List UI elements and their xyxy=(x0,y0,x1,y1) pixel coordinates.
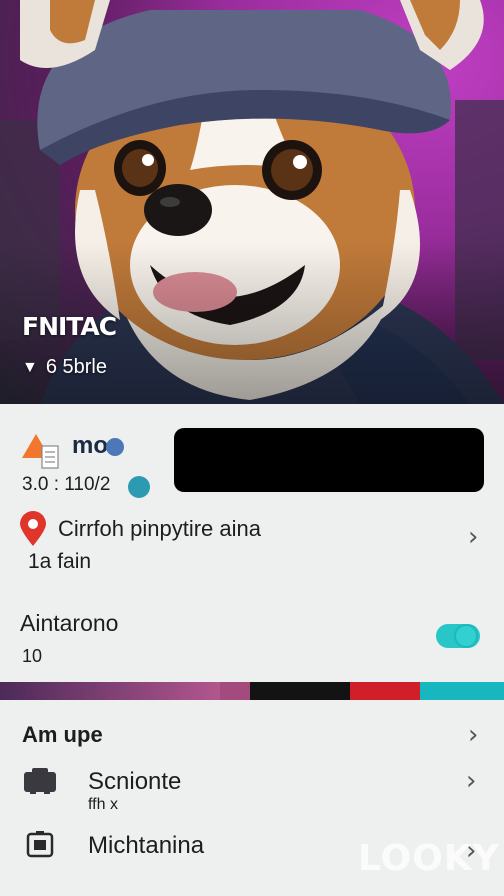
hero-image[interactable]: FNITAC ▼ 6 5brle xyxy=(0,0,504,404)
hero-title: FNITAC xyxy=(22,312,117,341)
camera-icon xyxy=(26,831,54,858)
list-item-label[interactable]: Michtanina xyxy=(88,832,204,860)
animation-value: 10 xyxy=(22,646,43,666)
profile-stat: 3.0 : 110/2 xyxy=(22,474,111,495)
image-strip xyxy=(0,682,504,700)
location-title[interactable]: Cirrfoh pinpytire aina xyxy=(58,516,261,542)
watermark: LOOKY xyxy=(358,838,500,879)
hero-meta: ▼ 6 5brle xyxy=(22,356,107,379)
list-item-sub: ffh x xyxy=(88,796,118,813)
chevron-right-icon[interactable]: › xyxy=(468,524,478,550)
status-dot xyxy=(128,476,150,498)
play-triangle-icon: ▼ xyxy=(22,358,38,376)
redacted-block xyxy=(174,428,484,492)
section-title: Am upe xyxy=(22,722,103,747)
hero-gradient xyxy=(0,0,504,404)
profile-name[interactable]: mo xyxy=(72,432,108,460)
chevron-right-icon[interactable]: › xyxy=(468,722,478,748)
bag-icon xyxy=(24,768,56,794)
warning-icon xyxy=(22,434,59,469)
list-item-label[interactable]: Scnionte xyxy=(88,768,181,796)
online-status-dot xyxy=(106,438,124,456)
hero-meta-text: 6 5brle xyxy=(45,356,107,378)
location-pin-icon xyxy=(20,511,46,546)
chevron-right-icon[interactable]: › xyxy=(466,768,476,794)
location-subtitle: 1a fain xyxy=(28,550,92,573)
animation-toggle[interactable] xyxy=(436,624,480,648)
toggle-knob xyxy=(454,624,478,648)
animation-title: Aintarono xyxy=(20,610,119,636)
